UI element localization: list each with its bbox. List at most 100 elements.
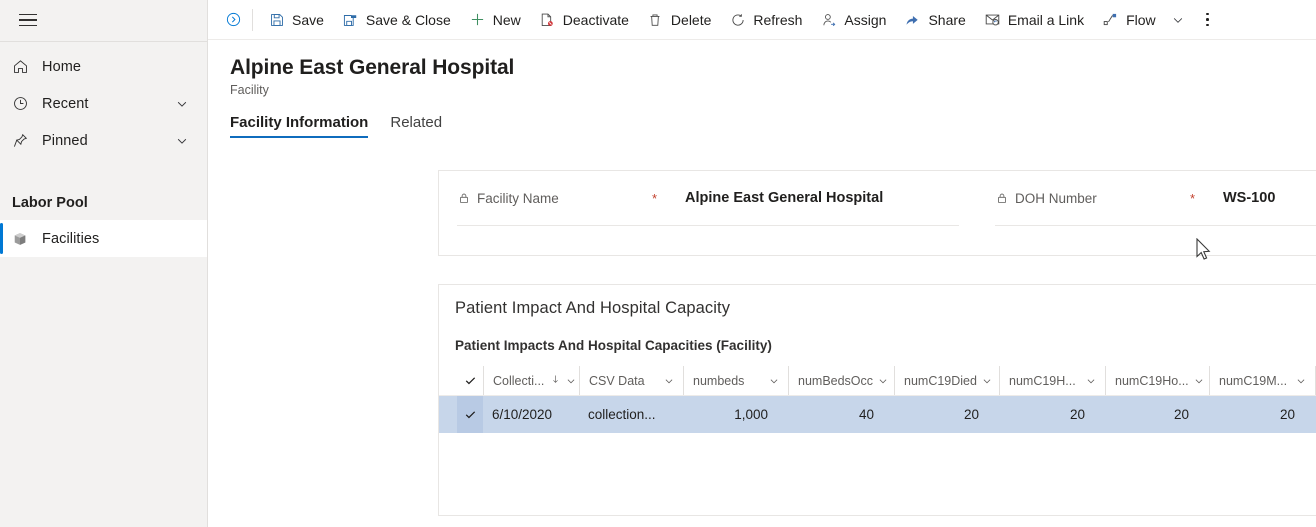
table-cell[interactable]: 20 [1209,396,1315,433]
field-value[interactable]: Alpine East General Hospital [667,190,977,206]
chevron-right-circle-icon[interactable] [216,0,250,40]
arrow-down-icon [550,373,561,388]
command-label: Share [928,11,966,28]
site-map-menu-button[interactable] [4,0,52,40]
email-a-link-button[interactable]: Email a Link [975,0,1093,40]
chevron-down-icon[interactable] [175,97,197,111]
column-header-label: Collecti... [493,373,545,388]
trash-icon [647,11,664,28]
grid-header-row: Collecti... CSV Data numbeds numBedsOcc numC… [439,366,1316,396]
field-underline [995,225,1316,226]
tab-facility-information[interactable]: Facility Information [230,114,369,138]
navigation-sidebar: Home Recent Pinned Labor Pool Facilities [0,0,208,527]
chevron-down-icon[interactable] [764,375,786,387]
form-section-card: Facility Name * Alpine East General Hosp… [438,170,1316,256]
pin-icon [12,132,42,149]
table-cell[interactable]: 20 [1105,396,1209,433]
home-icon [12,58,42,75]
refresh-icon [729,11,746,28]
save-and-close-icon [342,11,359,28]
record-entity-name: Facility [230,83,269,97]
share-button[interactable]: Share [895,0,974,40]
command-label: Save [292,11,324,28]
app-window: Home Recent Pinned Labor Pool Facilities… [0,0,1316,527]
save-and-close-button[interactable]: Save & Close [333,0,460,40]
main-content: Save Save & Close New Deactivate Delete … [208,0,1316,527]
table-cell[interactable]: 6/10/2020 [483,396,579,433]
chevron-down-icon[interactable] [561,375,579,387]
grid-column-header[interactable]: numC19H... [999,366,1105,395]
hamburger-line [19,19,37,21]
column-header-label: numC19H... [1009,373,1076,388]
sidebar-item-label: Home [42,58,82,75]
grid-column-header[interactable]: numbeds [683,366,788,395]
hamburger-line [19,24,37,27]
table-cell[interactable]: 20 [894,396,999,433]
sidebar-item-home[interactable]: Home [0,48,207,85]
overflow-menu-icon[interactable] [1193,0,1223,40]
email-link-icon [984,11,1001,28]
tab-related[interactable]: Related [390,114,442,138]
chevron-down-icon[interactable] [873,375,894,387]
refresh-button[interactable]: Refresh [720,0,811,40]
flow-button[interactable]: Flow [1093,0,1165,40]
sidebar-item-label: Facilities [42,230,100,247]
form-tabs: Facility Information Related [208,97,1316,138]
required-asterisk: * [651,190,657,206]
chevron-down-icon[interactable] [977,375,999,387]
assign-button[interactable]: Assign [811,0,895,40]
clock-icon [12,95,42,112]
field-value[interactable]: WS-100 [1205,190,1316,206]
grid-column-header[interactable]: numC19Ho... [1105,366,1209,395]
page-title: Alpine East General Hospital [230,56,515,79]
required-asterisk: * [1189,190,1195,206]
sidebar-divider [0,41,207,42]
table-cell[interactable]: 40 [788,396,894,433]
chevron-down-icon[interactable] [175,134,197,148]
table-cell[interactable]: 1,000 [683,396,788,433]
column-header-label: CSV Data [589,373,645,388]
field-underline [457,225,959,226]
row-checkmark-icon[interactable] [457,396,483,433]
grid-column-header[interactable]: Collecti... [483,366,579,395]
chevron-down-icon[interactable] [659,375,681,387]
subgrid-title: Patient Impacts And Hospital Capacities … [455,337,772,353]
record-header: Alpine East General Hospital Facility [208,40,1316,97]
sidebar-item-label: Pinned [42,132,88,149]
command-bar-divider [252,8,253,31]
grid-column-header[interactable]: numBedsOcc [788,366,894,395]
table-cell[interactable]: collection... [579,396,683,433]
lock-icon [995,191,1009,205]
command-bar: Save Save & Close New Deactivate Delete … [208,0,1316,40]
grid-column-header[interactable]: numC19Died [894,366,999,395]
deactivate-button[interactable]: Deactivate [530,0,638,40]
delete-button[interactable]: Delete [638,0,720,40]
flow-chevron-down-icon[interactable] [1165,0,1191,40]
select-all-checkmark-icon[interactable] [457,366,483,395]
grid-column-header[interactable]: CSV Data [579,366,683,395]
sidebar-item-facilities[interactable]: Facilities [0,220,207,257]
assign-user-icon [820,11,837,28]
chevron-down-icon[interactable] [1291,375,1313,387]
sidebar-item-recent[interactable]: Recent [0,85,207,122]
chevron-down-icon[interactable] [1189,375,1209,387]
table-cell[interactable]: 20 [999,396,1105,433]
subgrid-header: Patient Impacts And Hospital Capacities … [439,324,1316,366]
column-header-label: numC19Died [904,373,977,388]
grid-column-header[interactable]: numC19M... [1209,366,1315,395]
share-icon [904,11,921,28]
column-header-label: numC19M... [1219,373,1288,388]
table-row[interactable]: 6/10/2020collection...1,000402020202020 [439,396,1316,433]
lock-icon [457,191,471,205]
command-label: Delete [670,11,712,28]
new-button[interactable]: New [460,0,530,40]
sidebar-item-pinned[interactable]: Pinned [0,122,207,159]
command-label: Refresh [753,11,803,28]
save-button[interactable]: Save [259,0,333,40]
deactivate-icon [539,11,556,28]
column-header-label: numBedsOcc [798,373,874,388]
chevron-down-icon[interactable] [1081,375,1103,387]
command-label: Deactivate [562,11,629,28]
cube-icon [12,231,42,247]
subgrid-card: Patient Impact And Hospital Capacity Pat… [438,284,1316,516]
